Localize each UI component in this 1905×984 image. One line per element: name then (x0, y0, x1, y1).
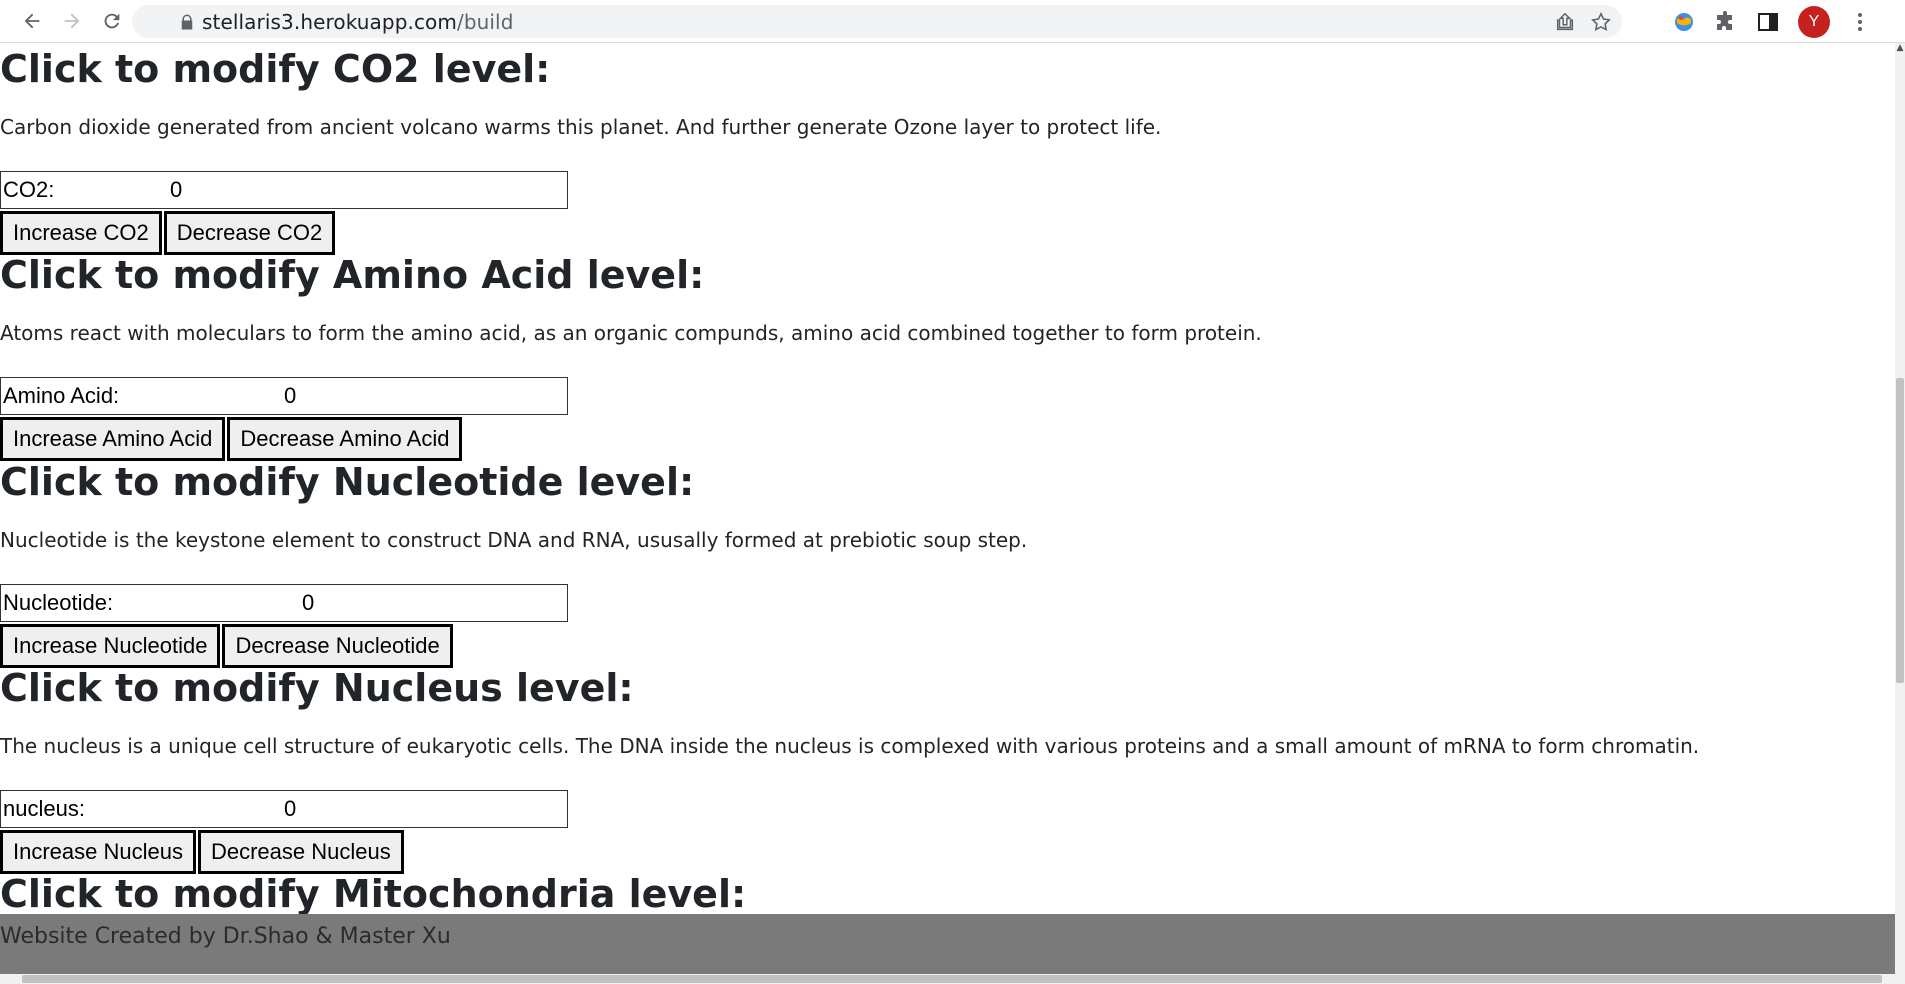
value-number: 0 (302, 590, 315, 615)
section-description: Atoms react with moleculars to form the … (0, 321, 1262, 345)
button-row: Increase Nucleotide Decrease Nucleotide (0, 624, 455, 668)
bookmark-star-icon[interactable] (1590, 11, 1612, 33)
value-number: 0 (170, 177, 183, 202)
section-heading: Click to modify Amino Acid level: (0, 253, 705, 297)
value-label: CO2: (3, 177, 55, 202)
site-footer: Website Created by Dr.Shao & Master Xu (0, 914, 1895, 974)
value-number: 0 (284, 796, 297, 821)
increase-amino-acid-button[interactable]: Increase Amino Acid (0, 417, 226, 461)
horizontal-scrollbar[interactable] (0, 974, 1905, 984)
footer-credit: Website Created by Dr.Shao & Master Xu (0, 924, 451, 949)
puzzle-icon[interactable] (1714, 10, 1738, 34)
decrease-amino-acid-button[interactable]: Decrease Amino Acid (227, 417, 463, 461)
section-heading: Click to modify Mitochondria level: (0, 872, 747, 916)
section-heading: Click to modify Nucleotide level: (0, 460, 695, 504)
value-label: Amino Acid: (3, 383, 120, 408)
section-description: The nucleus is a unique cell structure o… (0, 734, 1700, 758)
button-row: Increase CO2 Decrease CO2 (0, 211, 337, 255)
co2-section: Click to modify CO2 level: Carbon dioxid… (0, 47, 1880, 255)
increase-co2-button[interactable]: Increase CO2 (0, 211, 162, 255)
button-row: Increase Nucleus Decrease Nucleus (0, 830, 406, 874)
decrease-nucleotide-button[interactable]: Decrease Nucleotide (222, 624, 453, 668)
co2-value-box: CO2: 0 (0, 171, 568, 209)
amino-acid-value-box: Amino Acid: 0 (0, 377, 568, 415)
increase-nucleotide-button[interactable]: Increase Nucleotide (0, 624, 221, 668)
amino-acid-section: Click to modify Amino Acid level: Atoms … (0, 253, 1880, 461)
extension-icon[interactable] (1672, 10, 1696, 34)
value-label: nucleus: (3, 796, 85, 821)
increase-nucleus-button[interactable]: Increase Nucleus (0, 830, 196, 874)
page-viewport: Click to modify CO2 level: Carbon dioxid… (0, 43, 1895, 975)
menu-kebab-icon[interactable] (1848, 10, 1872, 34)
value-number: 0 (284, 383, 297, 408)
nucleus-value-box: nucleus: 0 (0, 790, 568, 828)
back-icon[interactable] (12, 1, 52, 41)
section-description: Carbon dioxide generated from ancient vo… (0, 115, 1162, 139)
vertical-scroll-thumb[interactable] (1896, 378, 1904, 683)
vertical-scrollbar[interactable]: ▲ (1895, 43, 1905, 975)
mitochondria-section: Click to modify Mitochondria level: (0, 872, 1880, 916)
share-icon[interactable] (1554, 11, 1576, 33)
value-label: Nucleotide: (3, 590, 114, 615)
lock-icon[interactable] (178, 13, 196, 31)
address-bar[interactable]: stellaris3.herokuapp.com/build (132, 5, 1622, 38)
nucleotide-value-box: Nucleotide: 0 (0, 584, 568, 622)
forward-icon[interactable] (52, 1, 92, 41)
scroll-up-arrow-icon[interactable]: ▲ (1895, 43, 1905, 55)
nucleotide-section: Click to modify Nucleotide level: Nucleo… (0, 460, 1880, 668)
section-heading: Click to modify Nucleus level: (0, 666, 634, 710)
profile-avatar[interactable]: Y (1798, 6, 1830, 38)
decrease-co2-button[interactable]: Decrease CO2 (163, 211, 336, 255)
section-description: Nucleotide is the keystone element to co… (0, 528, 1028, 552)
nucleus-section: Click to modify Nucleus level: The nucle… (0, 666, 1880, 874)
section-heading: Click to modify CO2 level: (0, 47, 551, 91)
horizontal-scroll-thumb[interactable] (22, 975, 1882, 983)
button-row: Increase Amino Acid Decrease Amino Acid (0, 417, 464, 461)
url-text[interactable]: stellaris3.herokuapp.com/build (202, 10, 514, 34)
decrease-nucleus-button[interactable]: Decrease Nucleus (197, 830, 404, 874)
reload-icon[interactable] (92, 1, 132, 41)
browser-toolbar: stellaris3.herokuapp.com/build Y (0, 0, 1905, 43)
side-panel-icon[interactable] (1756, 10, 1780, 34)
